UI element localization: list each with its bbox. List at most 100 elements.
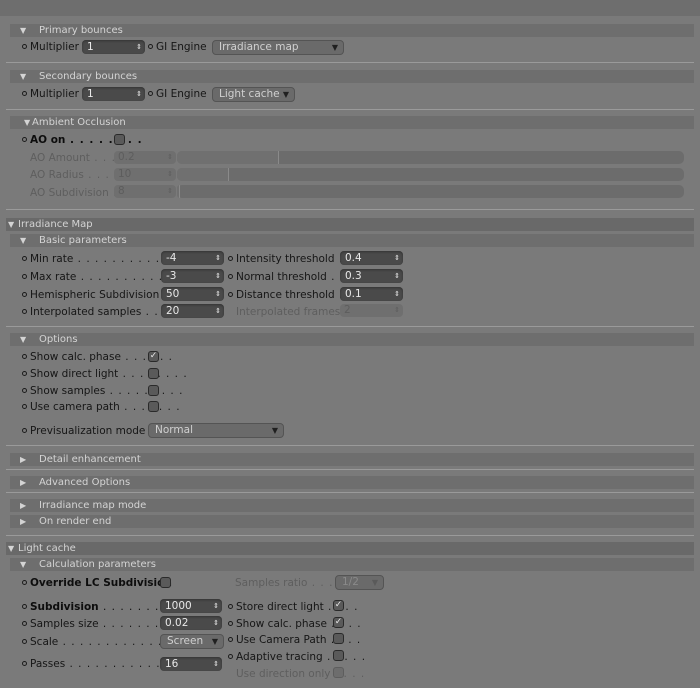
- irradiance-map-header[interactable]: ▼ Irradiance Map: [6, 218, 694, 231]
- triangle-down-icon: ▼: [20, 335, 27, 344]
- samples-size-field[interactable]: 0.02 ⇕: [160, 616, 222, 630]
- divider: [6, 535, 694, 536]
- passes-field[interactable]: 16 ⇕: [160, 657, 222, 671]
- animation-dot-icon[interactable]: [228, 621, 233, 626]
- animation-dot-icon[interactable]: [148, 44, 153, 49]
- animation-dot-icon[interactable]: [228, 654, 233, 659]
- intensity-threshold-field[interactable]: 0.4 ⇕: [340, 251, 403, 265]
- triangle-down-icon: ▼: [20, 72, 27, 81]
- animation-dot-icon[interactable]: [22, 428, 27, 433]
- animation-dot-icon[interactable]: [22, 621, 27, 626]
- show-samples-label: Show samples . . . . . . . . .: [22, 385, 183, 398]
- basic-parameters-header[interactable]: ▼ Basic parameters: [10, 234, 694, 247]
- animation-dot-icon[interactable]: [22, 580, 27, 585]
- use-camera-path-lc-checkbox[interactable]: [333, 633, 344, 644]
- primary-multiplier-label: Multiplier: [22, 41, 79, 54]
- animation-dot-icon[interactable]: [22, 404, 27, 409]
- animation-dot-icon[interactable]: [228, 274, 233, 279]
- on-render-end-header[interactable]: ▶ On render end: [10, 515, 694, 528]
- options-header[interactable]: ▼ Options: [10, 333, 694, 346]
- spinner-arrows-icon[interactable]: ⇕: [213, 657, 219, 671]
- animation-dot-icon[interactable]: [22, 91, 27, 96]
- animation-dot-icon[interactable]: [22, 309, 27, 314]
- checkmark-icon: ✓: [334, 617, 343, 627]
- animation-dot-icon[interactable]: [148, 91, 153, 96]
- spinner-arrows-icon[interactable]: ⇕: [136, 87, 142, 101]
- primary-multiplier-field[interactable]: 1 ⇕: [82, 40, 145, 54]
- spinner-arrows-icon[interactable]: ⇕: [136, 40, 142, 54]
- ao-subdivision-label: AO Subdivision . .: [30, 187, 125, 199]
- show-calc-phase-checkbox[interactable]: ✓: [148, 351, 159, 362]
- lc-show-calc-phase-checkbox[interactable]: ✓: [333, 617, 344, 628]
- animation-dot-icon[interactable]: [22, 137, 27, 142]
- secondary-multiplier-field[interactable]: 1 ⇕: [82, 87, 145, 101]
- spinner-arrows-icon[interactable]: ⇕: [394, 269, 400, 283]
- advanced-options-header[interactable]: ▶ Advanced Options: [10, 476, 694, 489]
- secondary-engine-dropdown[interactable]: Light cache ▼: [212, 87, 295, 102]
- show-direct-light-checkbox[interactable]: [148, 368, 159, 379]
- spinner-arrows-icon[interactable]: ⇕: [213, 599, 219, 613]
- animation-dot-icon[interactable]: [228, 604, 233, 609]
- animation-dot-icon[interactable]: [22, 354, 27, 359]
- animation-dot-icon[interactable]: [22, 661, 27, 666]
- checkmark-icon: ✓: [334, 600, 343, 610]
- animation-dot-icon[interactable]: [22, 44, 27, 49]
- spinner-arrows-icon[interactable]: ⇕: [215, 269, 221, 283]
- interpolated-frames-field: 2 ⇕: [340, 304, 403, 317]
- ao-amount-slider: [177, 151, 684, 164]
- max-rate-field[interactable]: -3 ⇕: [161, 269, 224, 283]
- animation-dot-icon[interactable]: [22, 256, 27, 261]
- secondary-bounces-header[interactable]: ▼ Secondary bounces: [10, 70, 694, 83]
- use-camera-path-checkbox[interactable]: [148, 401, 159, 412]
- chevron-down-icon: ▼: [331, 43, 338, 52]
- scale-dropdown[interactable]: Screen ▼: [160, 634, 224, 649]
- animation-dot-icon[interactable]: [228, 637, 233, 642]
- animation-dot-icon[interactable]: [22, 604, 27, 609]
- spinner-arrows-icon[interactable]: ⇕: [213, 616, 219, 630]
- divider: [6, 492, 694, 493]
- animation-dot-icon[interactable]: [22, 639, 27, 644]
- animation-dot-icon[interactable]: [228, 292, 233, 297]
- spinner-arrows-icon[interactable]: ⇕: [394, 287, 400, 301]
- override-lc-subdivision-checkbox[interactable]: [160, 577, 171, 588]
- animation-dot-icon[interactable]: [228, 256, 233, 261]
- chevron-down-icon: ▼: [211, 637, 218, 646]
- adaptive-tracing-checkbox[interactable]: [333, 650, 344, 661]
- animation-dot-icon[interactable]: [22, 292, 27, 297]
- ao-on-checkbox[interactable]: [114, 134, 125, 145]
- ao-amount-field: 0.2 ⇕: [114, 151, 176, 164]
- primary-bounces-header[interactable]: ▼ Primary bounces: [10, 24, 694, 37]
- triangle-right-icon: ▶: [20, 478, 27, 487]
- use-direction-only-label: Use direction only . . . .: [236, 668, 366, 680]
- irradiance-map-mode-header[interactable]: ▶ Irradiance map mode: [10, 499, 694, 512]
- ambient-occlusion-header[interactable]: ▼ Ambient Occlusion: [10, 116, 694, 129]
- normal-threshold-field[interactable]: 0.3 ⇕: [340, 269, 403, 283]
- triangle-down-icon: ▼: [8, 220, 15, 229]
- hemispheric-subdivision-field[interactable]: 50 ⇕: [161, 287, 224, 301]
- light-cache-header[interactable]: ▼ Light cache: [6, 542, 694, 555]
- show-samples-checkbox[interactable]: [148, 385, 159, 396]
- adaptive-tracing-label: Adaptive tracing . . . . .: [228, 651, 366, 664]
- detail-enhancement-header[interactable]: ▶ Detail enhancement: [10, 453, 694, 466]
- previsualization-mode-dropdown[interactable]: Normal ▼: [148, 423, 284, 438]
- spinner-arrows-icon[interactable]: ⇕: [215, 251, 221, 265]
- animation-dot-icon[interactable]: [22, 371, 27, 376]
- triangle-down-icon: ▼: [20, 560, 27, 569]
- triangle-right-icon: ▶: [20, 501, 27, 510]
- primary-engine-dropdown[interactable]: Irradiance map ▼: [212, 40, 344, 55]
- animation-dot-icon[interactable]: [22, 274, 27, 279]
- divider: [6, 62, 694, 63]
- animation-dot-icon[interactable]: [22, 388, 27, 393]
- spinner-arrows-icon[interactable]: ⇕: [215, 304, 221, 318]
- spinner-arrows-icon[interactable]: ⇕: [394, 251, 400, 265]
- min-rate-field[interactable]: -4 ⇕: [161, 251, 224, 265]
- distance-threshold-field[interactable]: 0.1 ⇕: [340, 287, 403, 301]
- interpolated-samples-field[interactable]: 20 ⇕: [161, 304, 224, 318]
- ao-radius-field: 10 ⇕: [114, 168, 176, 181]
- primary-engine-label: GI Engine: [148, 41, 207, 54]
- calculation-parameters-header[interactable]: ▼ Calculation parameters: [10, 558, 694, 571]
- spinner-arrows-icon[interactable]: ⇕: [215, 287, 221, 301]
- triangle-right-icon: ▶: [20, 517, 27, 526]
- subdivision-field[interactable]: 1000 ⇕: [160, 599, 222, 613]
- store-direct-light-checkbox[interactable]: ✓: [333, 600, 344, 611]
